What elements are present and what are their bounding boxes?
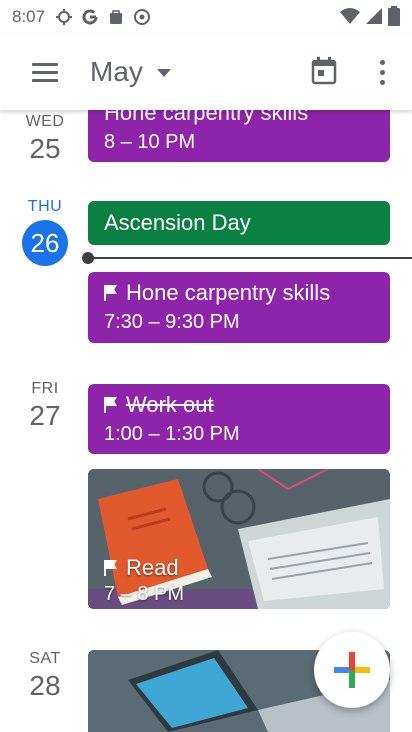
event-time: 7:30 – 9:30 PM	[104, 311, 240, 333]
app-bar: May	[0, 34, 412, 110]
play-store-icon	[110, 10, 123, 24]
day-label-wed: WED 25	[10, 113, 80, 165]
google-icon	[82, 9, 98, 25]
more-options-button[interactable]	[368, 54, 396, 90]
calendar-today-icon[interactable]	[310, 56, 338, 86]
signal-icon	[366, 8, 382, 24]
create-event-button[interactable]	[314, 632, 390, 708]
day-number: 27	[29, 400, 61, 431]
day-of-week: SAT	[29, 650, 61, 667]
menu-button[interactable]	[22, 56, 66, 88]
status-time: 8:07	[12, 7, 46, 26]
day-label-sat: SAT 28	[10, 650, 80, 702]
event-hone-carpentry-thu[interactable]: Hone carpentry skills 7:30 – 9:30 PM	[88, 272, 390, 343]
status-bar: 8:07	[0, 0, 412, 34]
event-title: Work out	[126, 392, 214, 417]
event-time: 8 – 10 PM	[104, 131, 196, 153]
event-title: Ascension Day	[104, 210, 251, 235]
event-time: 1:00 – 1:30 PM	[104, 423, 240, 445]
sync-icon	[56, 9, 73, 25]
day-of-week: WED	[25, 113, 65, 130]
event-time: 7 – 8 PM	[104, 583, 185, 605]
dropdown-arrow-icon	[156, 69, 171, 77]
event-ascension-day[interactable]: Ascension Day	[88, 201, 390, 245]
flag-icon	[104, 397, 118, 413]
flag-icon	[104, 560, 118, 576]
day-of-week: THU	[27, 198, 63, 215]
month-selector[interactable]: May	[90, 50, 171, 94]
day-label-fri: FRI 27	[10, 380, 80, 432]
notification-icons	[55, 8, 151, 26]
menu-icon	[32, 62, 58, 66]
day-number: 25	[29, 133, 61, 164]
day-label-thu: THU 26	[10, 198, 80, 266]
day-number: 28	[29, 670, 61, 701]
more-vert-icon	[379, 59, 385, 65]
add-icon	[334, 652, 370, 688]
system-icons	[340, 6, 400, 26]
battery-icon	[388, 6, 400, 26]
month-label: May	[90, 56, 143, 87]
at-icon	[134, 9, 151, 25]
flag-icon	[104, 285, 118, 301]
current-time-line	[88, 257, 412, 259]
event-read-card[interactable]: Read 7 – 8 PM	[88, 469, 390, 609]
event-title: Read	[126, 555, 179, 580]
event-work-out[interactable]: Work out 1:00 – 1:30 PM	[88, 384, 390, 454]
event-title: Hone carpentry skills	[126, 280, 331, 305]
today-date-circle[interactable]: 26	[22, 220, 68, 266]
day-of-week: FRI	[31, 380, 59, 397]
wifi-icon	[340, 8, 360, 24]
